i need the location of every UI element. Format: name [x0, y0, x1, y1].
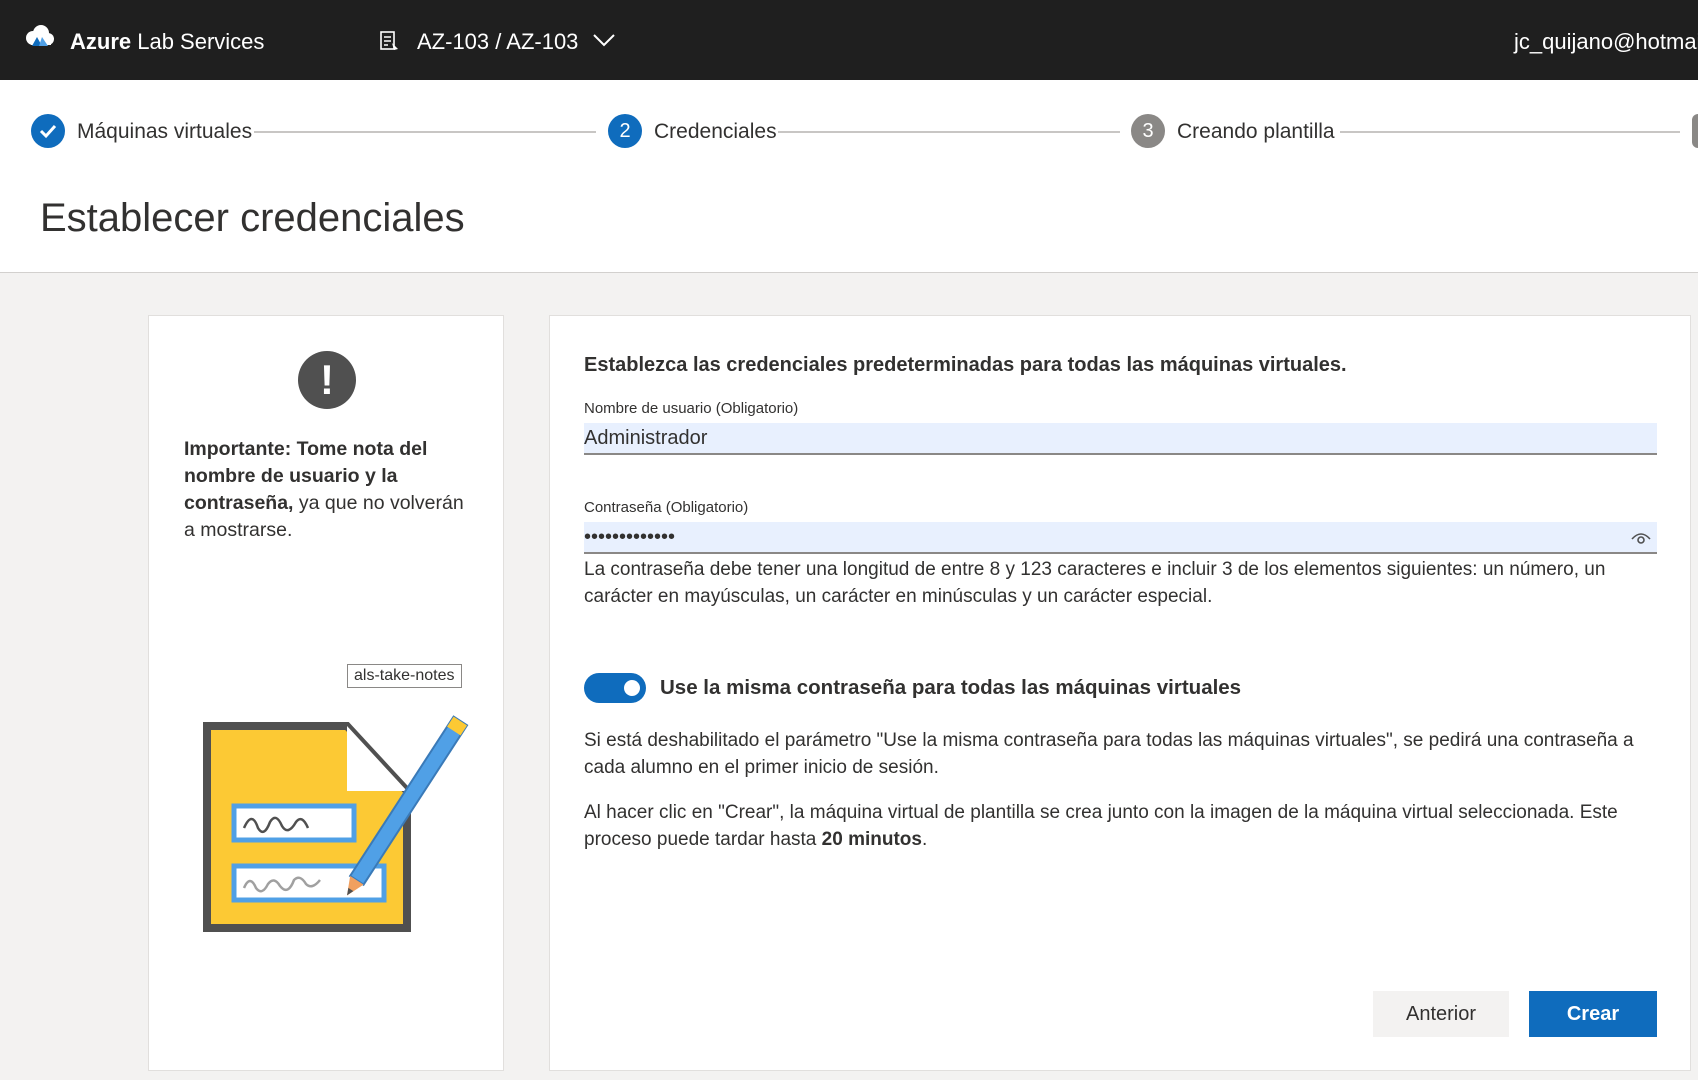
top-bar: Azure Lab Services AZ-103 / AZ-103 jc_qu… [0, 0, 1698, 80]
page-title: Establecer credenciales [40, 196, 465, 240]
step-label: Máquinas virtuales [77, 120, 253, 143]
user-account[interactable]: jc_quijano@hotmai [1514, 29, 1698, 55]
step-number-badge: 3 [1131, 114, 1165, 148]
lab-services-logo-icon[interactable] [22, 24, 56, 52]
important-note-text: Importante: Tome nota del nombre de usua… [184, 436, 474, 544]
lab-selector-label[interactable]: AZ-103 / AZ-103 [417, 29, 578, 55]
form-intro: Establezca las credenciales predetermina… [584, 354, 1347, 376]
password-label: Contraseña (Obligatorio) [584, 499, 749, 516]
create-info-pre: Al hacer clic en "Crear", la máquina vir… [584, 802, 1618, 850]
app-title[interactable]: Azure Lab Services [70, 29, 264, 55]
exclamation-icon: ! [298, 351, 356, 409]
important-note-card: ! Importante: Tome nota del nombre de us… [148, 315, 504, 1071]
step-connector [778, 131, 1120, 133]
take-notes-illustration [203, 715, 469, 932]
wizard-header [0, 80, 1698, 273]
lab-icon [380, 31, 398, 50]
create-info-text: Al hacer clic en "Crear", la máquina vir… [584, 799, 1659, 853]
app-title-rest: Lab Services [131, 29, 265, 54]
check-icon [31, 114, 65, 148]
step-connector [1340, 131, 1680, 133]
create-info-post: . [921, 829, 928, 850]
toggle-info-text: Si está deshabilitado el parámetro "Use … [584, 730, 1634, 778]
credentials-form-card: Establezca las credenciales predetermina… [549, 315, 1691, 1071]
create-info-duration: 20 minutos [821, 829, 922, 850]
same-password-toggle-label: Use la misma contraseña para todas las m… [660, 676, 1242, 699]
illustration-tooltip: als-take-notes [347, 664, 462, 688]
step-label: Creando plantilla [1177, 120, 1335, 143]
chevron-down-icon[interactable] [592, 32, 616, 48]
password-requirements-text: La contraseña debe tener una longitud de… [584, 559, 1606, 607]
create-button[interactable]: Crear [1529, 991, 1657, 1037]
toggle-knob [624, 680, 640, 696]
step-label: Credenciales [654, 120, 777, 143]
app-title-bold: Azure [70, 29, 132, 54]
show-password-icon[interactable] [1630, 530, 1652, 546]
previous-button[interactable]: Anterior [1373, 991, 1509, 1037]
username-field[interactable] [584, 423, 1657, 455]
password-field[interactable] [584, 522, 1657, 554]
step-badge-partial [1692, 114, 1698, 148]
same-password-toggle[interactable] [584, 673, 646, 703]
step-number-badge: 2 [608, 114, 642, 148]
step-connector [254, 131, 596, 133]
username-label: Nombre de usuario (Obligatorio) [584, 400, 799, 417]
